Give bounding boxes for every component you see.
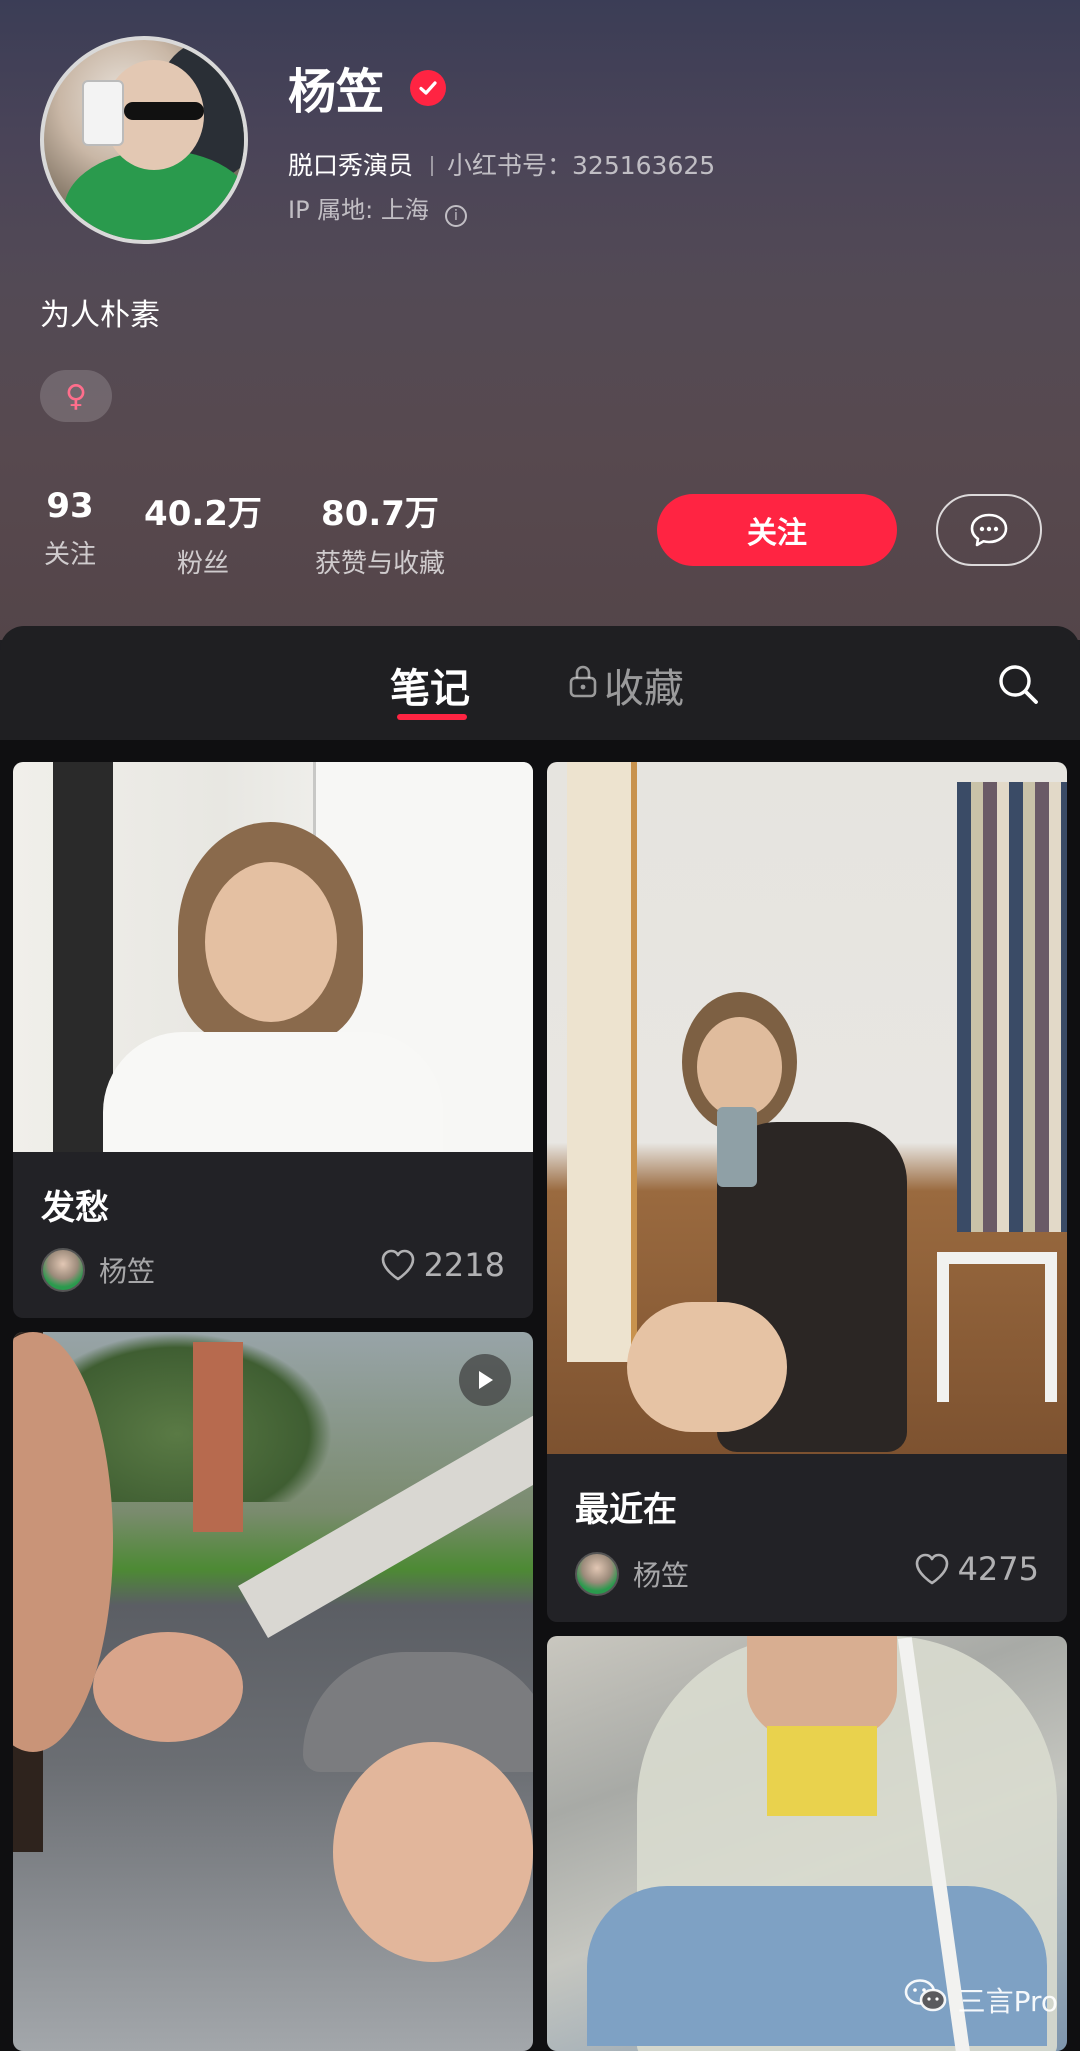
note-author[interactable]: 杨笠 xyxy=(575,1552,689,1596)
note-title: 发愁 xyxy=(41,1188,109,1228)
info-icon[interactable]: i xyxy=(444,205,467,227)
tab-collections-label: 收藏 xyxy=(604,666,684,712)
watermark: 三言Pro xyxy=(904,1978,1058,2021)
profile-avatar[interactable] xyxy=(40,36,248,244)
author-name: 杨笠 xyxy=(99,1255,156,1288)
profile-title: 脱口秀演员 xyxy=(288,151,414,180)
like-count[interactable]: 2218 xyxy=(380,1246,505,1284)
profile-name: 杨笠 xyxy=(288,64,385,120)
stat-likes-collections[interactable]: 80.7万 获赞与收藏 xyxy=(300,486,460,580)
author-avatar xyxy=(575,1552,619,1596)
tab-notes[interactable]: 笔记 xyxy=(390,656,470,714)
stat-value: 40.2万 xyxy=(144,494,262,534)
profile-header: 杨笠 脱口秀演员 小红书号：325163625 IP 属地: 上海 i 为人朴素 ♀… xyxy=(0,0,1080,640)
ip-location-line: IP 属地: 上海 i xyxy=(288,190,467,227)
follow-button[interactable]: 关注 xyxy=(657,494,897,566)
message-button[interactable] xyxy=(936,494,1042,566)
heart-icon xyxy=(381,1249,414,1281)
like-count-value: 4275 xyxy=(957,1550,1039,1588)
lock-icon xyxy=(568,662,598,708)
note-card[interactable]: 发愁 杨笠 2218 xyxy=(13,762,533,1318)
stat-label: 关注 xyxy=(43,540,96,570)
note-title: 最近在 xyxy=(575,1490,677,1530)
tab-bar: 笔记 收藏 xyxy=(0,626,1080,740)
author-avatar xyxy=(41,1248,85,1292)
stat-following[interactable]: 93 关注 xyxy=(30,486,110,571)
like-count-value: 2218 xyxy=(423,1246,505,1284)
verified-badge-icon xyxy=(410,70,446,106)
profile-id[interactable]: 小红书号：325163625 xyxy=(447,151,715,180)
stat-label: 获赞与收藏 xyxy=(314,549,445,579)
stat-label: 粉丝 xyxy=(176,549,229,579)
note-author[interactable]: 杨笠 xyxy=(41,1248,155,1292)
profile-bio: 为人朴素 xyxy=(40,298,160,333)
chat-bubble-icon xyxy=(970,513,1008,547)
note-cover-video[interactable] xyxy=(13,1332,533,2051)
search-icon[interactable] xyxy=(996,662,1040,706)
profile-subinfo: 脱口秀演员 小红书号：325163625 xyxy=(288,146,715,182)
gender-female-icon: ♀ xyxy=(40,370,112,422)
note-cover-image[interactable] xyxy=(547,762,1067,1454)
stat-followers[interactable]: 40.2万 粉丝 xyxy=(138,486,268,580)
stat-value: 93 xyxy=(46,486,94,526)
ip-location: IP 属地: 上海 xyxy=(288,196,429,224)
watermark-text: 三言Pro xyxy=(957,1984,1058,2018)
note-card[interactable]: 最近在 杨笠 4275 xyxy=(547,762,1067,1622)
active-tab-indicator xyxy=(397,714,467,720)
tab-collections[interactable]: 收藏 xyxy=(568,656,684,714)
note-card[interactable] xyxy=(13,1332,533,2051)
heart-icon xyxy=(915,1553,948,1585)
author-name: 杨笠 xyxy=(633,1559,690,1592)
divider xyxy=(431,156,434,176)
wechat-icon xyxy=(904,1978,948,2021)
like-count[interactable]: 4275 xyxy=(914,1550,1039,1588)
stat-value: 80.7万 xyxy=(321,494,439,534)
note-cover-image[interactable] xyxy=(13,762,533,1152)
play-icon xyxy=(459,1354,511,1406)
